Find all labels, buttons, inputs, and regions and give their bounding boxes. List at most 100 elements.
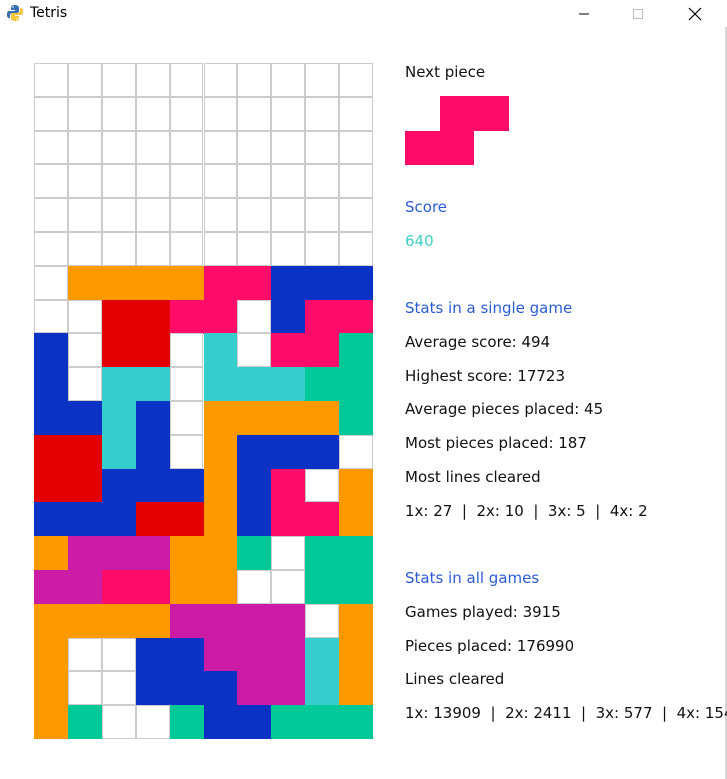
- blue-block-cell: [34, 502, 69, 537]
- cyan-block-cell: [101, 401, 137, 436]
- orange-block-cell: [203, 468, 238, 503]
- lines-cleared-value: 1x: 13909 | 2x: 2411 | 3x: 577 | 4x: 154: [405, 704, 727, 722]
- green-block-cell: [271, 705, 306, 740]
- empty-cell: [237, 96, 272, 131]
- empty-cell: [271, 63, 306, 97]
- close-icon: [688, 7, 702, 20]
- orange-block-cell: [339, 671, 374, 706]
- empty-cell: [271, 570, 306, 604]
- red-block-cell: [135, 333, 171, 368]
- empty-cell: [237, 164, 272, 199]
- lines-cleared-label: Lines cleared: [405, 670, 505, 688]
- empty-cell: [135, 705, 170, 739]
- score-value: 640: [405, 232, 434, 250]
- cyan-block-cell: [271, 367, 306, 402]
- empty-cell: [305, 164, 340, 199]
- blue-block-cell: [34, 401, 69, 436]
- cyan-block-cell: [237, 367, 272, 402]
- empty-cell: [203, 63, 238, 97]
- empty-cell: [169, 333, 204, 368]
- python-snake-icon: [7, 5, 23, 21]
- pink-block-cell: [305, 502, 340, 537]
- blue-block-cell: [237, 705, 272, 740]
- games-played: Games played: 3915: [405, 603, 561, 621]
- game-board: [34, 63, 374, 740]
- empty-cell: [101, 671, 136, 706]
- empty-cell: [305, 603, 340, 638]
- blue-block-cell: [135, 468, 171, 503]
- pink-block-cell: [101, 570, 137, 605]
- blue-block-cell: [135, 401, 171, 436]
- blue-block-cell: [305, 265, 340, 301]
- blue-block-cell: [339, 265, 374, 301]
- magenta-block-cell: [34, 570, 69, 605]
- empty-cell: [67, 198, 102, 232]
- magenta-block-cell: [203, 637, 238, 672]
- orange-block-cell: [305, 401, 340, 436]
- pink-block-cell: [169, 299, 204, 334]
- empty-cell: [339, 198, 373, 232]
- blue-block-cell: [169, 671, 204, 706]
- orange-block-cell: [339, 468, 374, 503]
- magenta-block-cell: [271, 671, 306, 706]
- magenta-block-cell: [101, 536, 137, 571]
- blue-block-cell: [101, 468, 137, 503]
- minimize-button[interactable]: [561, 0, 607, 27]
- blue-block-cell: [271, 265, 306, 301]
- average-score: Average score: 494: [405, 333, 551, 351]
- empty-cell: [34, 164, 68, 199]
- cyan-block-cell: [305, 671, 340, 706]
- maximize-icon: [633, 8, 643, 19]
- cyan-block-cell: [305, 637, 340, 672]
- red-block-cell: [169, 502, 204, 537]
- blue-block-cell: [237, 502, 272, 537]
- blue-block-cell: [237, 434, 272, 470]
- red-block-cell: [135, 502, 171, 537]
- pink-block-cell: [305, 333, 340, 368]
- blue-block-cell: [203, 671, 238, 706]
- empty-cell: [34, 198, 68, 232]
- blue-block-cell: [34, 367, 69, 402]
- orange-block-cell: [67, 265, 103, 301]
- cyan-block-cell: [101, 434, 137, 470]
- green-block-cell: [339, 536, 374, 571]
- blue-block-cell: [305, 434, 340, 470]
- pink-block-cell: [203, 299, 238, 334]
- orange-block-cell: [169, 570, 204, 605]
- orange-block-cell: [34, 536, 69, 571]
- empty-cell: [101, 130, 136, 165]
- blue-block-cell: [135, 637, 171, 672]
- empty-cell: [271, 96, 306, 131]
- empty-cell: [101, 637, 136, 672]
- empty-cell: [67, 367, 102, 401]
- blue-block-cell: [101, 502, 137, 537]
- empty-cell: [339, 130, 373, 165]
- empty-cell: [237, 333, 272, 368]
- empty-cell: [34, 265, 68, 300]
- empty-cell: [271, 164, 306, 199]
- red-block-cell: [135, 299, 171, 334]
- empty-cell: [67, 63, 102, 97]
- orange-block-cell: [203, 536, 238, 571]
- single-game-stats-header: Stats in a single game: [405, 299, 573, 317]
- all-games-stats-header: Stats in all games: [405, 569, 540, 587]
- green-block-cell: [339, 401, 374, 436]
- maximize-button[interactable]: [615, 0, 661, 27]
- blue-block-cell: [203, 705, 238, 740]
- empty-cell: [34, 96, 68, 131]
- empty-cell: [203, 130, 238, 165]
- red-block-cell: [34, 434, 69, 470]
- most-lines-cleared-value: 1x: 27 | 2x: 10 | 3x: 5 | 4x: 2: [405, 502, 648, 520]
- blue-block-cell: [271, 434, 306, 470]
- orange-block-cell: [203, 570, 238, 605]
- empty-cell: [135, 198, 170, 232]
- empty-cell: [271, 536, 306, 570]
- empty-cell: [237, 198, 272, 232]
- pink-block-cell: [271, 333, 306, 368]
- green-block-cell: [305, 705, 340, 740]
- pink-block-cell: [237, 265, 272, 301]
- empty-cell: [339, 96, 373, 131]
- close-button[interactable]: [672, 0, 718, 27]
- empty-cell: [169, 164, 204, 199]
- empty-cell: [34, 63, 68, 97]
